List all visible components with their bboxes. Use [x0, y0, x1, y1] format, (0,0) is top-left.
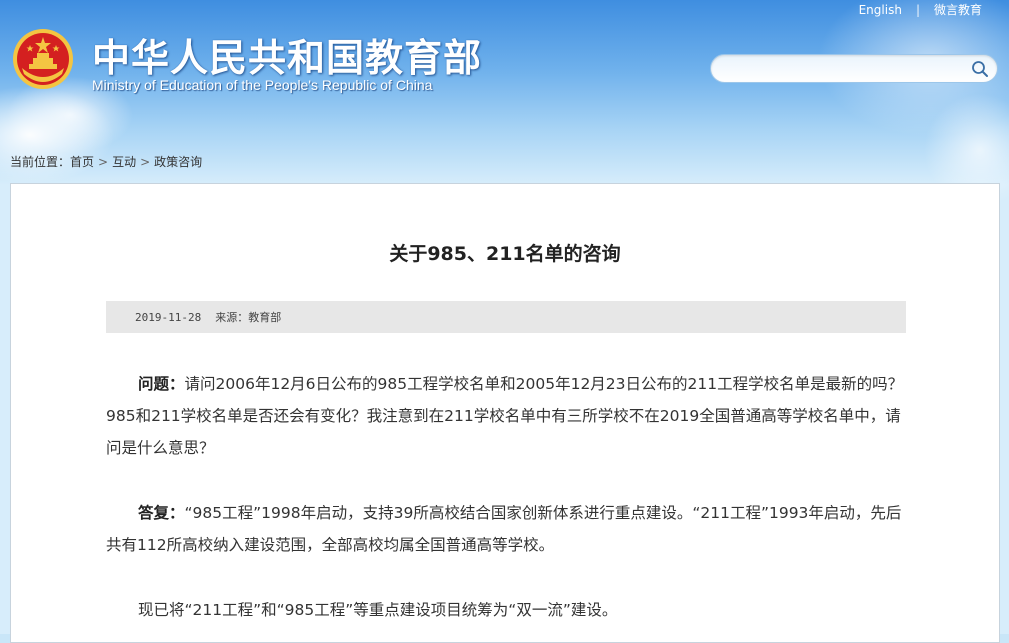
breadcrumb-interaction[interactable]: 互动: [112, 155, 136, 169]
article-content: 问题：请问2006年12月6日公布的985工程学校名单和2005年12月23日公…: [106, 368, 906, 626]
answer-text: “985工程”1998年启动，支持39所高校结合国家创新体系进行重点建设。“21…: [106, 504, 902, 554]
question-label: 问题：: [138, 375, 185, 393]
breadcrumb-policy-consulting[interactable]: 政策咨询: [154, 155, 202, 169]
breadcrumb-home[interactable]: 首页: [70, 155, 94, 169]
question-text: 请问2006年12月6日公布的985工程学校名单和2005年12月23日公布的2…: [106, 375, 904, 457]
publish-date: 2019-11-28: [135, 310, 202, 324]
answer-label: 答复：: [138, 504, 185, 522]
article-title: 关于985、211名单的咨询: [389, 243, 621, 265]
link-separator: |: [915, 2, 920, 17]
breadcrumb: 当前位置：首页 > 互动 > 政策咨询: [10, 153, 202, 170]
article-meta-bar: 2019-11-28 来源：教育部: [106, 301, 906, 333]
search-box: [710, 54, 998, 83]
site-title[interactable]: 中华人民共和国教育部: [92, 27, 482, 82]
search-input[interactable]: [725, 58, 969, 81]
question-paragraph: 问题：请问2006年12月6日公布的985工程学校名单和2005年12月23日公…: [106, 368, 906, 464]
weiyan-jiaoyu-link[interactable]: 微言教育: [934, 1, 982, 18]
breadcrumb-separator: >: [98, 155, 109, 169]
answer-paragraph: 答复：“985工程”1998年启动，支持39所高校结合国家创新体系进行重点建设。…: [106, 497, 906, 561]
national-emblem-icon[interactable]: [12, 28, 74, 90]
breadcrumb-prefix: 当前位置：: [10, 155, 71, 169]
search-icon[interactable]: [971, 60, 989, 78]
breadcrumb-separator: >: [140, 155, 151, 169]
article-source: 来源：教育部: [215, 311, 282, 324]
double-first-class-paragraph: 现已将“211工程”和“985工程”等重点建设项目统筹为“双一流”建设。: [138, 601, 618, 619]
top-links: English | 微言教育: [859, 1, 982, 18]
article-panel: 关于985、211名单的咨询 2019-11-28 来源：教育部 问题：请问20…: [10, 183, 1000, 643]
english-link[interactable]: English: [859, 3, 902, 17]
site-subtitle: Ministry of Education of the People's Re…: [92, 77, 433, 93]
